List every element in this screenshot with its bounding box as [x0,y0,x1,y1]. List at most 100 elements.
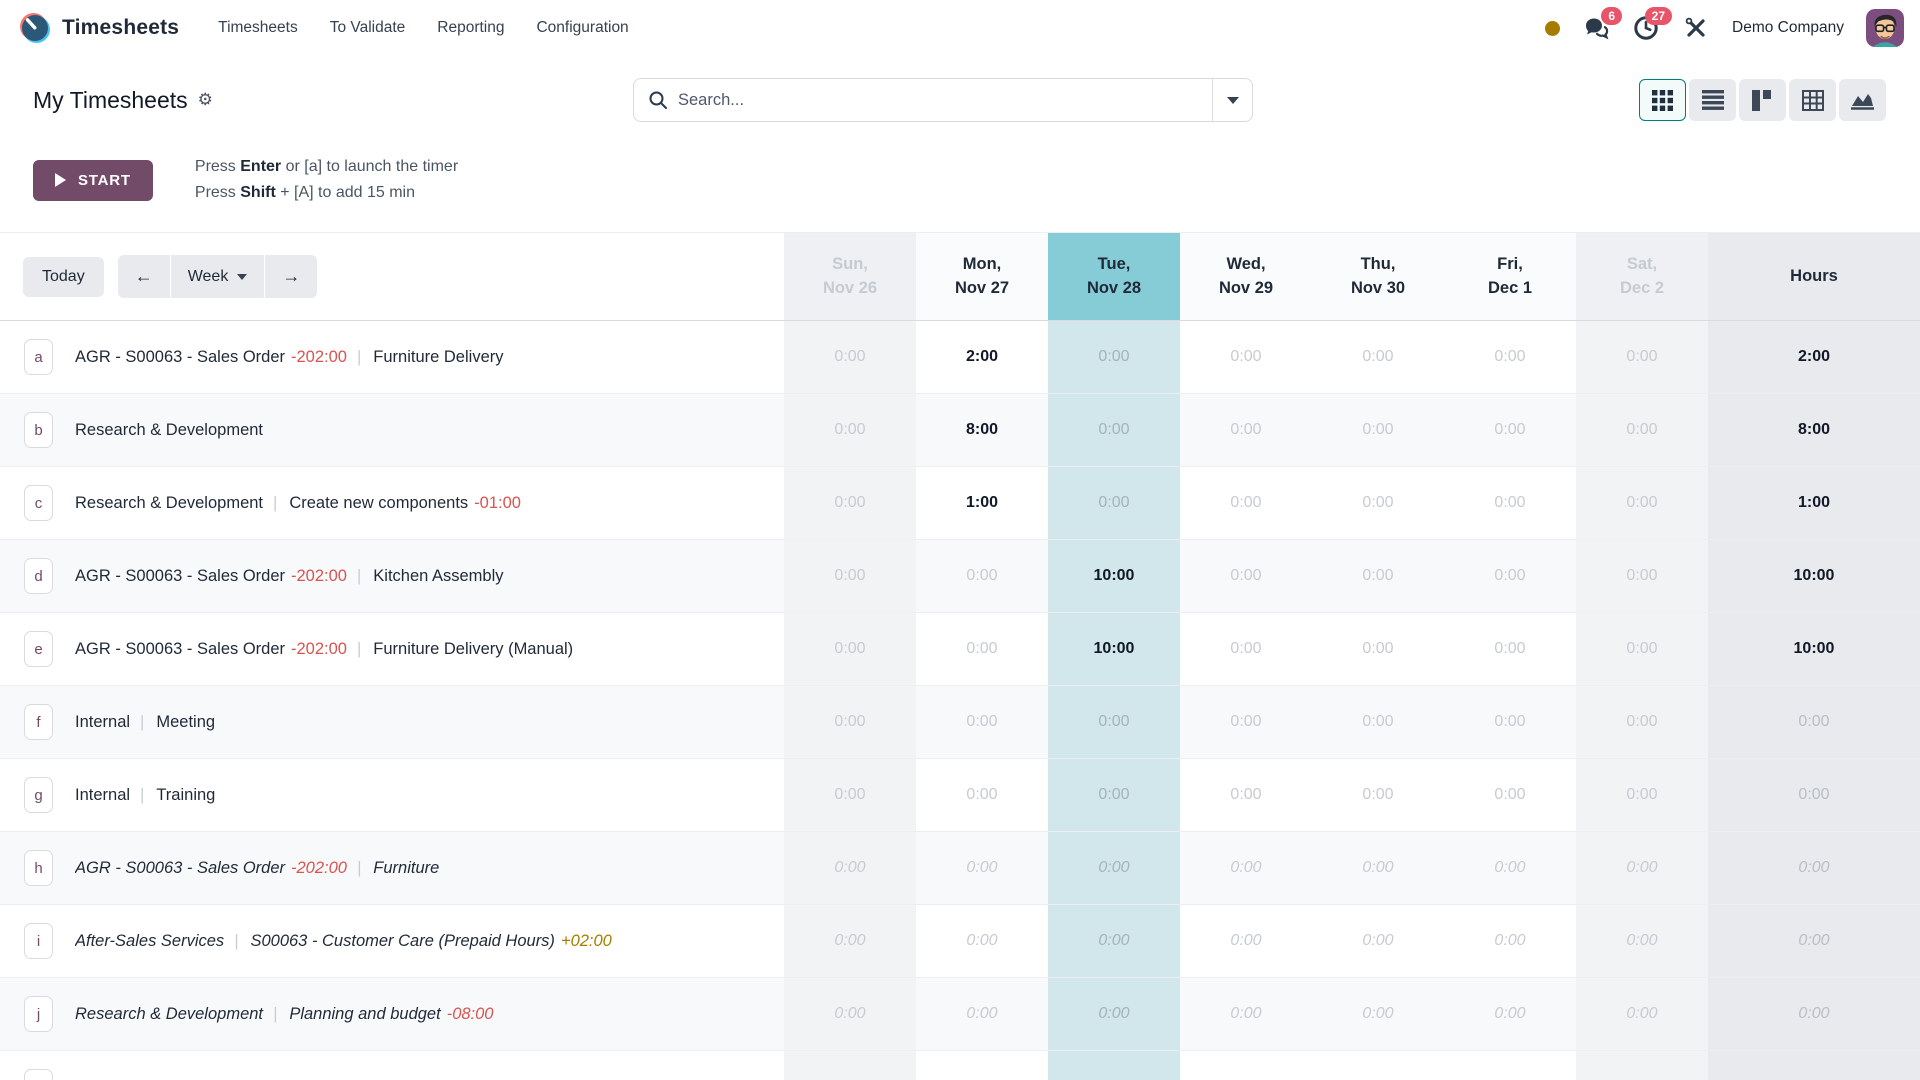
cell-fri[interactable]: 0:00 [1444,1051,1576,1080]
cell-wed[interactable]: 0:00 [1180,1051,1312,1080]
previous-week-button[interactable]: ← [118,255,170,298]
cell-mon[interactable]: 2:00 [916,321,1048,393]
cell-mon[interactable]: 0:00 [916,540,1048,612]
messages-icon[interactable]: 6 [1582,15,1610,41]
company-menu[interactable]: Demo Company [1732,19,1844,37]
cell-sun[interactable]: 0:00 [784,759,916,831]
gear-icon[interactable]: ⚙ [198,90,213,110]
range-selector[interactable]: Week [171,255,265,298]
cell-sat[interactable]: 0:00 [1576,978,1708,1050]
search-input[interactable] [678,91,1198,110]
view-list-button[interactable] [1689,79,1736,121]
cell-wed[interactable]: 0:00 [1180,321,1312,393]
cell-fri[interactable]: 0:00 [1444,832,1576,904]
cell-thu[interactable]: 0:00 [1312,759,1444,831]
view-graph-button[interactable] [1839,79,1886,121]
tools-icon[interactable] [1682,15,1710,41]
cell-wed[interactable]: 0:00 [1180,759,1312,831]
cell-sun[interactable]: 0:00 [784,394,916,466]
cell-thu[interactable]: 0:00 [1312,540,1444,612]
timesheet-row[interactable]: f Internal|Meeting 0:00 0:00 0:00 0:00 0… [0,686,1920,759]
next-week-button[interactable]: → [265,255,317,298]
cell-thu[interactable]: 0:00 [1312,1051,1444,1080]
timesheet-row-suggested[interactable]: h AGR - S00063 - Sales Order-202:00|Furn… [0,832,1920,905]
cell-mon[interactable]: 8:00 [916,394,1048,466]
cell-thu[interactable]: 0:00 [1312,467,1444,539]
cell-mon[interactable]: 0:00 [916,832,1048,904]
timesheet-row-suggested[interactable]: j Research & Development|Planning and bu… [0,978,1920,1051]
cell-thu[interactable]: 0:00 [1312,905,1444,977]
cell-sat[interactable]: 0:00 [1576,832,1708,904]
cell-fri[interactable]: 0:00 [1444,467,1576,539]
cell-sun[interactable]: 0:00 [784,905,916,977]
view-pivot-button[interactable] [1789,79,1836,121]
timesheet-row[interactable]: d AGR - S00063 - Sales Order-202:00|Kitc… [0,540,1920,613]
menu-to-validate[interactable]: To Validate [317,10,419,46]
cell-mon[interactable]: 0:00 [916,759,1048,831]
view-kanban-button[interactable] [1739,79,1786,121]
cell-tue[interactable]: 0:00 [1048,394,1180,466]
cell-fri[interactable]: 0:00 [1444,540,1576,612]
today-button[interactable]: Today [23,257,104,297]
cell-tue[interactable]: 0:00 [1048,467,1180,539]
cell-mon[interactable]: 0:00 [916,1051,1048,1080]
cell-wed[interactable]: 0:00 [1180,394,1312,466]
cell-wed[interactable]: 0:00 [1180,686,1312,758]
cell-sun[interactable]: 0:00 [784,613,916,685]
activities-clock-icon[interactable]: 27 [1632,15,1660,41]
cell-mon[interactable]: 1:00 [916,467,1048,539]
cell-sat[interactable]: 0:00 [1576,686,1708,758]
cell-mon[interactable]: 0:00 [916,905,1048,977]
app-switcher[interactable]: Timesheets [18,11,179,45]
cell-wed[interactable]: 0:00 [1180,467,1312,539]
cell-tue[interactable]: 0:00 [1048,759,1180,831]
cell-tue[interactable]: 0:00 [1048,686,1180,758]
cell-sun[interactable]: 0:00 [784,686,916,758]
view-grid-button[interactable] [1639,79,1686,121]
cell-tue[interactable]: 0:00 [1048,832,1180,904]
cell-sat[interactable]: 0:00 [1576,394,1708,466]
avatar[interactable] [1866,9,1904,47]
start-timer-button[interactable]: START [33,160,153,201]
cell-thu[interactable]: 0:00 [1312,686,1444,758]
cell-tue[interactable]: 10:00 [1048,540,1180,612]
cell-fri[interactable]: 0:00 [1444,394,1576,466]
cell-sat[interactable]: 0:00 [1576,467,1708,539]
cell-tue[interactable]: 0:00 [1048,1051,1180,1080]
cell-tue[interactable]: 0:00 [1048,905,1180,977]
cell-tue[interactable]: 0:00 [1048,978,1180,1050]
cell-fri[interactable]: 0:00 [1444,759,1576,831]
cell-mon[interactable]: 0:00 [916,978,1048,1050]
cell-thu[interactable]: 0:00 [1312,978,1444,1050]
cell-fri[interactable]: 0:00 [1444,321,1576,393]
cell-sun[interactable]: 0:00 [784,540,916,612]
timesheet-row[interactable]: a AGR - S00063 - Sales Order-202:00|Furn… [0,321,1920,394]
cell-mon[interactable]: 0:00 [916,686,1048,758]
cell-fri[interactable]: 0:00 [1444,686,1576,758]
cell-fri[interactable]: 0:00 [1444,978,1576,1050]
cell-wed[interactable]: 0:00 [1180,613,1312,685]
cell-sat[interactable]: 0:00 [1576,613,1708,685]
timesheet-row[interactable]: g Internal|Training 0:00 0:00 0:00 0:00 … [0,759,1920,832]
search-options-toggle[interactable] [1212,79,1252,121]
cell-sun[interactable]: 0:00 [784,321,916,393]
cell-thu[interactable]: 0:00 [1312,321,1444,393]
cell-fri[interactable]: 0:00 [1444,905,1576,977]
cell-thu[interactable]: 0:00 [1312,832,1444,904]
activity-dot[interactable] [1545,21,1560,36]
timesheet-row[interactable]: e AGR - S00063 - Sales Order-202:00|Furn… [0,613,1920,686]
cell-sat[interactable]: 0:00 [1576,321,1708,393]
cell-sat[interactable]: 0:00 [1576,1051,1708,1080]
cell-mon[interactable]: 0:00 [916,613,1048,685]
menu-reporting[interactable]: Reporting [424,10,517,46]
cell-tue[interactable]: 10:00 [1048,613,1180,685]
timesheet-row-suggested[interactable]: i After-Sales Services|S00063 - Customer… [0,905,1920,978]
menu-configuration[interactable]: Configuration [523,10,641,46]
cell-sun[interactable]: 0:00 [784,467,916,539]
menu-timesheets[interactable]: Timesheets [205,10,311,46]
cell-sun[interactable]: 0:00 [784,1051,916,1080]
cell-sat[interactable]: 0:00 [1576,540,1708,612]
timesheet-row[interactable]: b Research & Development 0:00 8:00 0:00 … [0,394,1920,467]
cell-sat[interactable]: 0:00 [1576,905,1708,977]
cell-wed[interactable]: 0:00 [1180,905,1312,977]
